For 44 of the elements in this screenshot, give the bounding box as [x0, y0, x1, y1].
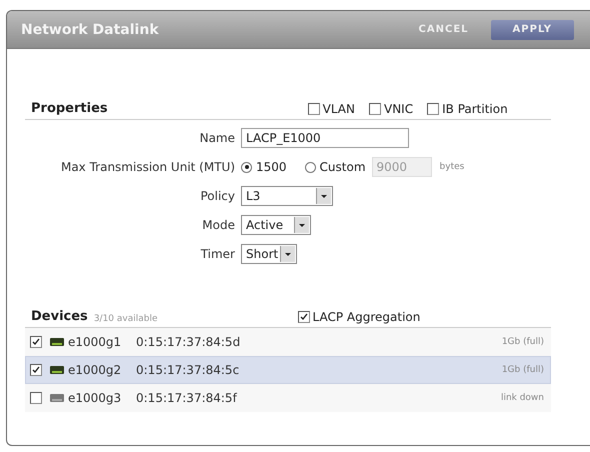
- checkbox-label: VNIC: [384, 102, 414, 116]
- radio-button[interactable]: [241, 162, 252, 172]
- checkbox[interactable]: [30, 392, 42, 404]
- section-heading: Properties: [31, 101, 108, 116]
- mac-address: 0:15:17:37:84:5c: [136, 363, 240, 377]
- radio-button[interactable]: [304, 162, 316, 172]
- caret-icon: [316, 188, 331, 204]
- checkbox[interactable]: [30, 336, 42, 348]
- caret-icon: [294, 217, 309, 233]
- checkbox[interactable]: [308, 103, 320, 115]
- device-name: e1000g3: [68, 391, 122, 405]
- checkbox-label: LACP Aggregation: [312, 310, 420, 324]
- mac-address: 0:15:17:37:84:5f: [136, 391, 238, 405]
- checkbox-label: VLAN: [322, 102, 355, 116]
- caret-icon: [280, 246, 295, 262]
- link-status: 1Gb (full): [502, 337, 544, 347]
- checkbox-label: IB Partition: [442, 102, 508, 116]
- name-field[interactable]: LACP_E1000: [241, 128, 409, 148]
- field-label: Max Transmission Unit (MTU): [60, 160, 235, 174]
- dropdown[interactable]: Active: [241, 215, 311, 235]
- device-row[interactable]: e1000g3 0:15:17:37:84:5f link down: [25, 384, 551, 412]
- field-label: Timer: [200, 247, 235, 261]
- radio-label: Custom: [320, 160, 366, 174]
- checkbox[interactable]: [369, 103, 381, 115]
- link-status: link down: [500, 393, 544, 403]
- field-label: Name: [198, 131, 235, 145]
- checkbox[interactable]: [298, 311, 310, 323]
- link-status: 1Gb (full): [502, 365, 544, 375]
- field-label: Mode: [201, 218, 235, 232]
- unit-label: bytes: [440, 162, 464, 172]
- device-row[interactable]: e1000g1 0:15:17:37:84:5d 1Gb (full): [25, 328, 551, 356]
- mac-address: 0:15:17:37:84:5d: [136, 335, 242, 349]
- device-name: e1000g2: [68, 363, 122, 377]
- window-title: Network Datalink: [21, 22, 160, 38]
- checkbox[interactable]: [427, 103, 440, 115]
- device-count: 3/10 available: [94, 314, 158, 324]
- dropdown[interactable]: L3: [241, 186, 333, 206]
- field-label: Policy: [199, 189, 235, 203]
- radio-label: 1500: [256, 160, 287, 174]
- section-heading: Devices: [31, 309, 88, 324]
- device-name: e1000g1: [68, 335, 122, 349]
- checkbox[interactable]: [30, 364, 42, 376]
- device-row[interactable]: e1000g2 0:15:17:37:84:5c 1Gb (full): [25, 356, 551, 384]
- dropdown[interactable]: Short: [241, 244, 297, 264]
